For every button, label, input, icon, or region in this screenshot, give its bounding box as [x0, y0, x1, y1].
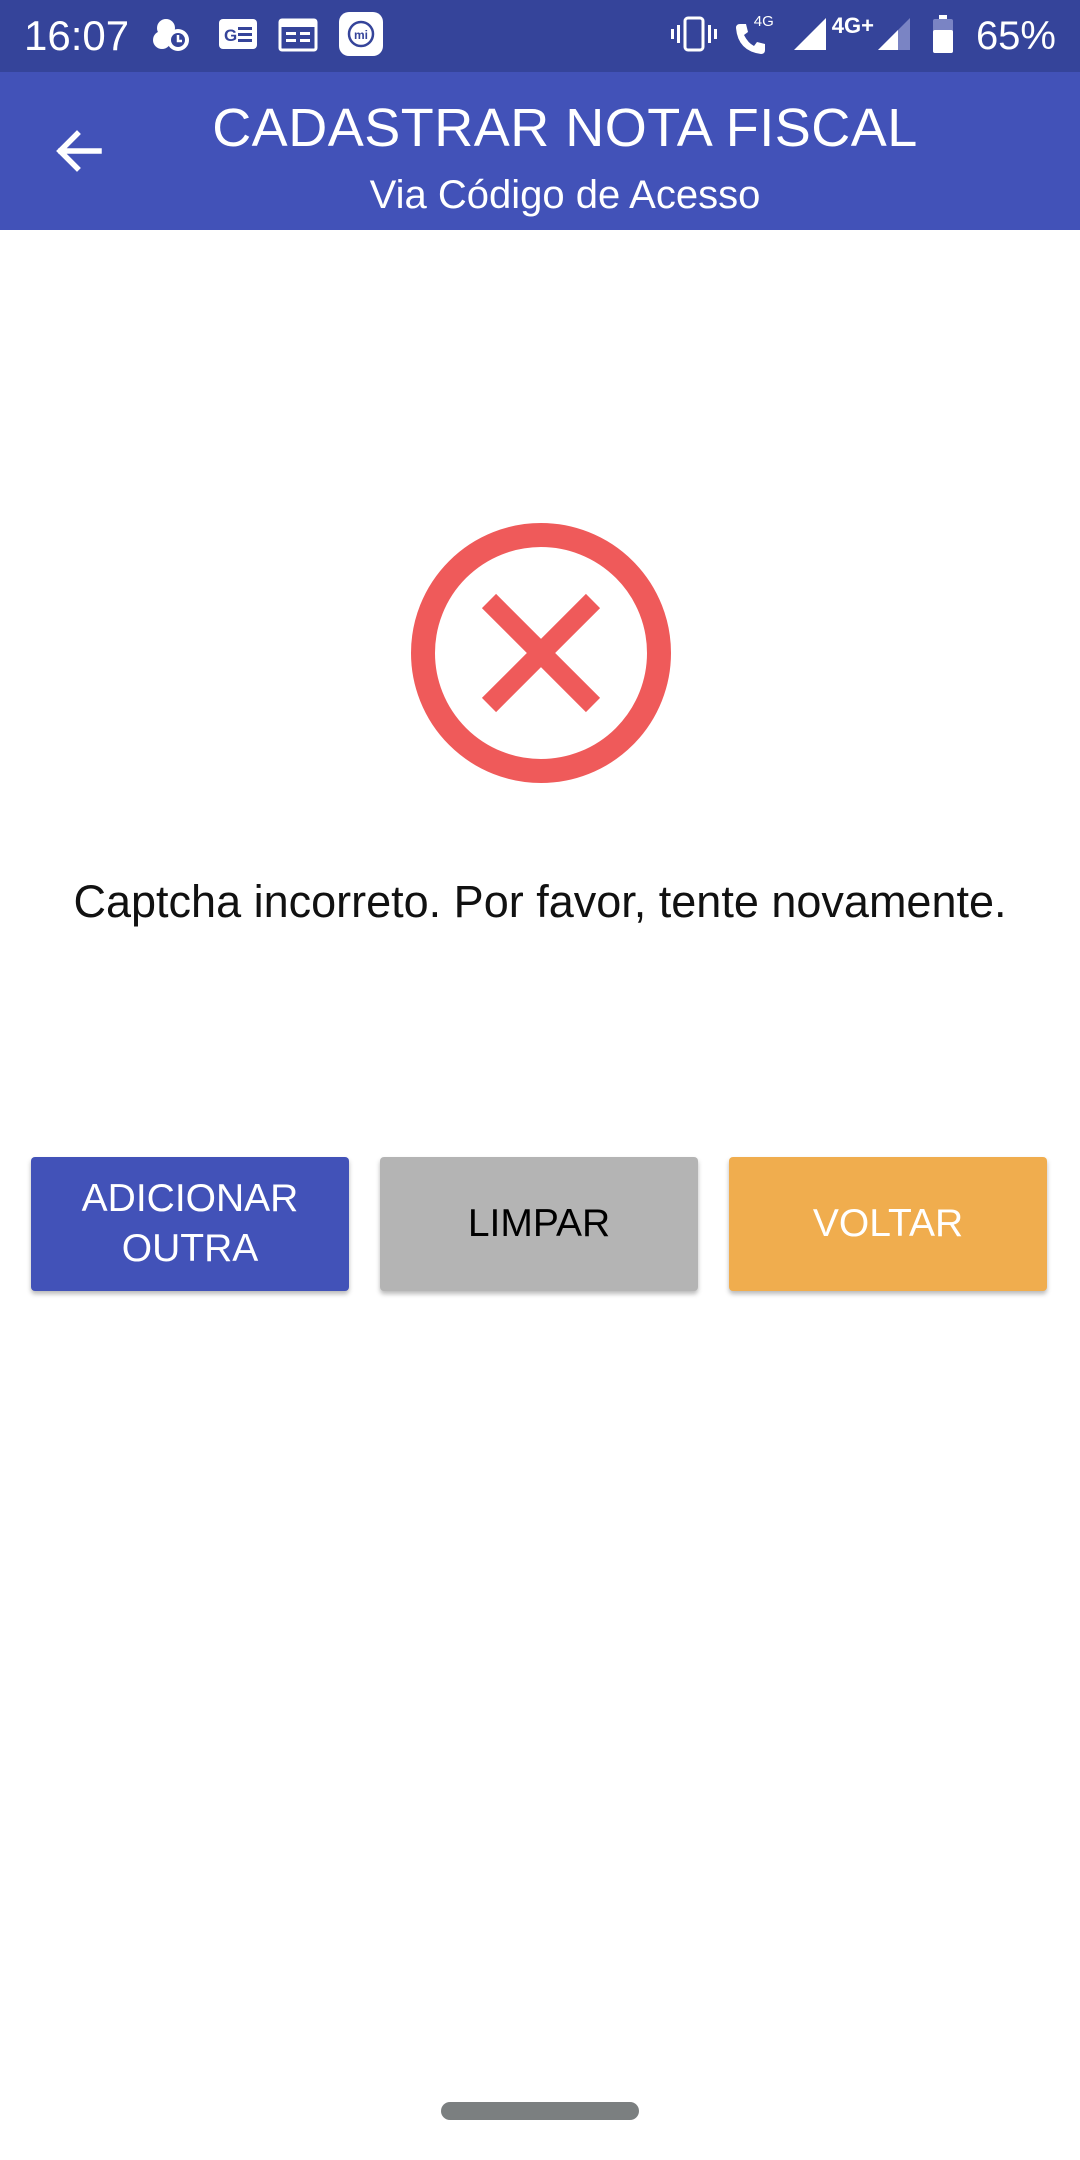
vibrate-icon — [670, 15, 718, 58]
svg-text:G: G — [224, 26, 237, 45]
svg-text:mi: mi — [354, 28, 368, 42]
clear-label: LIMPAR — [467, 1202, 611, 1245]
signal-icon — [876, 16, 912, 57]
notification-icons: G mi — [152, 11, 404, 62]
add-another-label: ADICIONAR OUTRA — [81, 1177, 299, 1270]
signal-icon — [792, 16, 828, 57]
status-bar: 16:07 G mi 4G 4G+ 65% — [0, 0, 1080, 72]
page-subtitle: Via Código de Acesso — [369, 173, 761, 217]
battery-icon — [932, 14, 954, 59]
system-status-icons: 4G 4G+ 65% — [656, 12, 1056, 60]
battery-percent: 65% — [975, 13, 1056, 58]
error-message: Captcha incorreto. Por favor, tente nova… — [73, 876, 1007, 927]
app-bar: CADASTRAR NOTA FISCAL Via Código de Aces… — [0, 72, 1080, 230]
weather-icon — [152, 14, 198, 59]
home-indicator[interactable] — [441, 2102, 639, 2120]
status-time: 16:07 — [24, 12, 130, 59]
back-button[interactable] — [44, 117, 112, 185]
volte-call-icon: 4G — [732, 13, 778, 57]
page-title: CADASTRAR NOTA FISCAL — [212, 98, 918, 158]
network-type-label: 4G+ — [831, 13, 874, 38]
add-another-button[interactable]: ADICIONAR OUTRA — [31, 1157, 349, 1291]
call-network-label: 4G — [753, 13, 774, 30]
news-icon: G — [218, 17, 258, 56]
mi-app-icon: mi — [338, 11, 384, 62]
arrow-left-icon — [56, 130, 102, 172]
back-action-button[interactable]: VOLTAR — [729, 1157, 1047, 1291]
back-action-label: VOLTAR — [812, 1202, 964, 1245]
error-circle-x-icon — [410, 522, 672, 784]
clear-button[interactable]: LIMPAR — [380, 1157, 698, 1291]
calendar-icon — [278, 16, 318, 57]
